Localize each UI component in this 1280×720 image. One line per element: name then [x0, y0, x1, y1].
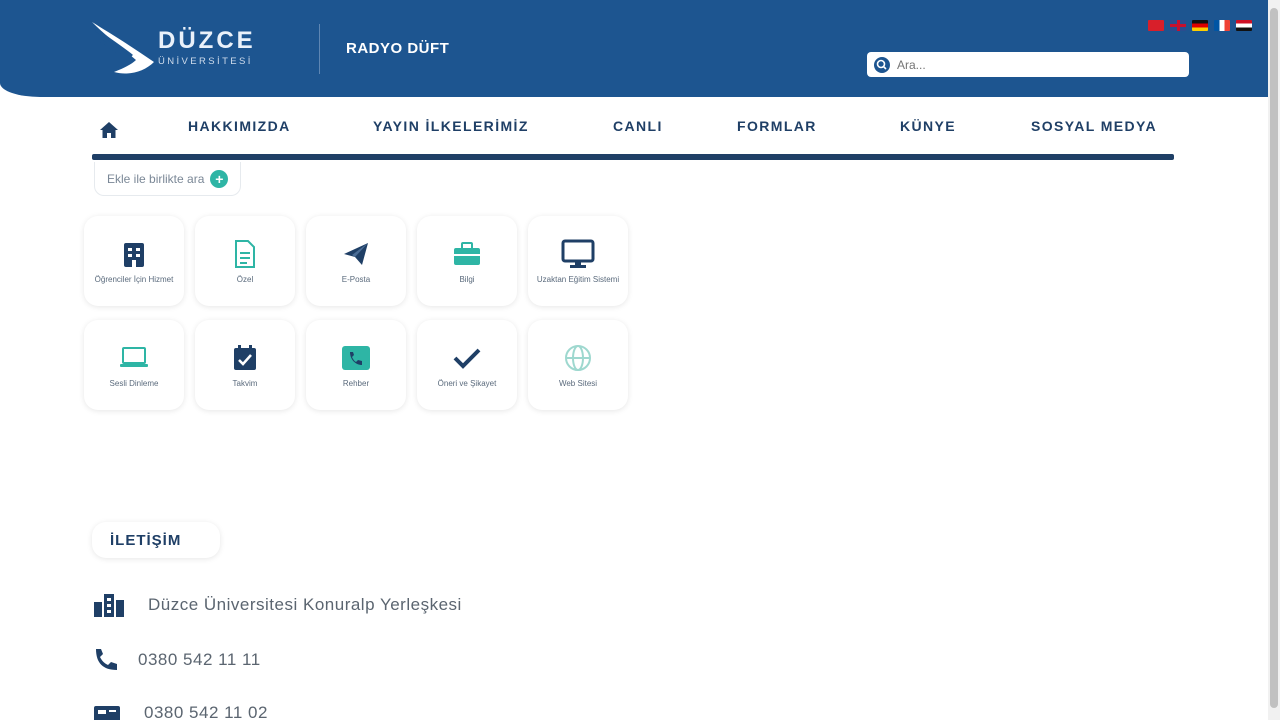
- header-divider: [319, 24, 320, 74]
- unit-name[interactable]: RADYO DÜFT: [346, 40, 449, 57]
- tile-website[interactable]: Web Sitesi: [528, 320, 628, 410]
- fax-icon: [92, 698, 128, 720]
- laptop-icon: [117, 341, 151, 375]
- building-icon: [117, 237, 151, 271]
- tile-label: Bilgi: [459, 275, 475, 284]
- phone-text[interactable]: 0380 542 11 11: [138, 650, 261, 670]
- phone-book-icon: [339, 341, 373, 375]
- page-scrollbar[interactable]: [1268, 0, 1280, 720]
- logo-title: DÜZCE: [158, 27, 256, 54]
- tile-directory[interactable]: Rehber: [306, 320, 406, 410]
- quick-links-label: Ekle ile birlikte ara: [107, 171, 205, 186]
- contact-phone: 0380 542 11 11: [92, 645, 261, 675]
- french-flag-icon[interactable]: [1214, 20, 1230, 31]
- tile-label: Özel: [236, 275, 254, 284]
- main-nav: HAKKIMIZDA YAYIN İLKELERİMİZ CANLI FORML…: [92, 104, 1174, 156]
- tile-private[interactable]: Özel: [195, 216, 295, 306]
- contact-address: Düzce Üniversitesi Konuralp Yerleşkesi: [92, 590, 462, 620]
- fax-text: 0380 542 11 02: [144, 703, 268, 720]
- tile-label: E-Posta: [341, 275, 371, 284]
- nav-item-live[interactable]: CANLI: [613, 118, 663, 134]
- nav-home[interactable]: [94, 108, 124, 152]
- checkmark-icon: [450, 341, 484, 375]
- nav-underline: [92, 154, 1174, 160]
- document-icon: [228, 237, 262, 271]
- tile-label: Web Sitesi: [558, 379, 598, 388]
- plus-icon: +: [210, 169, 229, 188]
- turkish-flag-icon[interactable]: [1148, 20, 1164, 31]
- english-flag-icon[interactable]: [1170, 20, 1186, 31]
- nav-item-broadcast-principles[interactable]: YAYIN İLKELERİMİZ: [373, 118, 529, 134]
- tile-label: Öğrenciler İçin Hizmet: [94, 275, 174, 284]
- tile-label: Sesli Dinleme: [109, 379, 159, 388]
- nav-item-social-media[interactable]: SOSYAL MEDYA: [1031, 118, 1157, 134]
- tile-label: Öneri ve Şikayet: [437, 379, 497, 388]
- tile-audio-listening[interactable]: Sesli Dinleme: [84, 320, 184, 410]
- briefcase-icon: [450, 237, 484, 271]
- search-icon[interactable]: [873, 56, 891, 74]
- quick-links-toggle[interactable]: Ekle ile birlikte ara +: [94, 162, 242, 196]
- tile-label: Rehber: [342, 379, 370, 388]
- tile-info[interactable]: Bilgi: [417, 216, 517, 306]
- tile-student-services[interactable]: Öğrenciler İçin Hizmet: [84, 216, 184, 306]
- phone-icon: [92, 645, 128, 675]
- search-box: [867, 52, 1189, 77]
- address-text: Düzce Üniversitesi Konuralp Yerleşkesi: [148, 595, 462, 614]
- scrollbar-thumb[interactable]: [1270, 8, 1278, 708]
- language-switcher: [1148, 20, 1252, 31]
- contact-heading: İLETİŞİM: [92, 522, 220, 558]
- globe-icon: [561, 341, 595, 375]
- tile-calendar[interactable]: Takvim: [195, 320, 295, 410]
- tile-label: Uzaktan Eğitim Sistemi: [536, 275, 620, 284]
- search-input[interactable]: [897, 57, 1177, 72]
- nav-item-about[interactable]: HAKKIMIZDA: [188, 118, 291, 134]
- arabic-flag-icon[interactable]: [1236, 20, 1252, 31]
- tile-distance-learning[interactable]: Uzaktan Eğitim Sistemi: [528, 216, 628, 306]
- nav-item-forms[interactable]: FORMLAR: [737, 118, 817, 134]
- paper-plane-icon: [339, 237, 373, 271]
- nav-item-imprint[interactable]: KÜNYE: [900, 118, 956, 134]
- site-header: DÜZCE ÜNİVERSİTESİ RADYO DÜFT: [0, 0, 1268, 97]
- contact-fax: 0380 542 11 02: [92, 698, 268, 720]
- german-flag-icon[interactable]: [1192, 20, 1208, 31]
- tile-label: Takvim: [232, 379, 258, 388]
- logo-subtitle: ÜNİVERSİTESİ: [158, 56, 253, 67]
- tile-email[interactable]: E-Posta: [306, 216, 406, 306]
- monitor-icon: [561, 237, 595, 271]
- tile-suggestions[interactable]: Öneri ve Şikayet: [417, 320, 517, 410]
- calendar-check-icon: [228, 341, 262, 375]
- campus-building-icon: [92, 590, 128, 620]
- wing-logo-icon: [92, 22, 154, 74]
- home-icon: [100, 122, 118, 138]
- university-logo[interactable]: DÜZCE ÜNİVERSİTESİ: [88, 16, 303, 80]
